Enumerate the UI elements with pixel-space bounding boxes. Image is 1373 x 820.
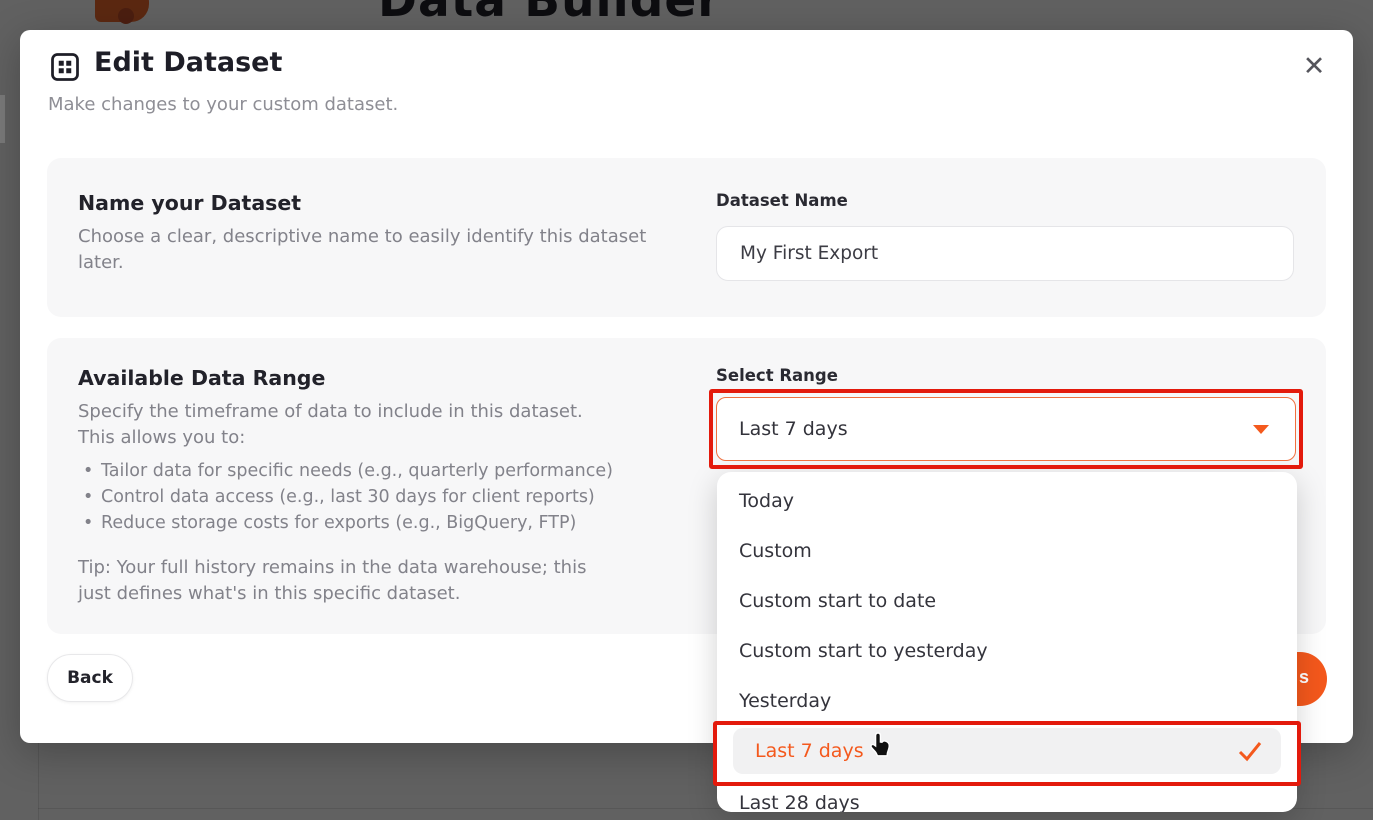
dropdown-option-label: Custom start to yesterday xyxy=(739,640,988,662)
dataset-name-label: Dataset Name xyxy=(716,191,848,210)
range-section-heading: Available Data Range xyxy=(78,366,325,390)
checkmark-icon xyxy=(1237,740,1263,762)
range-select-value: Last 7 days xyxy=(739,418,848,440)
name-section-description: Choose a clear, descriptive name to easi… xyxy=(78,224,653,276)
range-section-description: Specify the timeframe of data to include… xyxy=(78,399,610,451)
name-dataset-card: Name your Dataset Choose a clear, descri… xyxy=(47,158,1326,317)
close-icon[interactable]: ✕ xyxy=(1292,44,1336,88)
range-benefit-item: Reduce storage costs for exports (e.g., … xyxy=(83,510,643,536)
background-sidebar-edge xyxy=(0,95,5,143)
dropdown-option[interactable]: Custom xyxy=(717,526,1297,576)
dropdown-option[interactable]: Custom start to yesterday xyxy=(717,626,1297,676)
range-benefit-item: Tailor data for specific needs (e.g., qu… xyxy=(83,458,643,484)
modal-title: Edit Dataset xyxy=(94,47,282,78)
dropdown-option[interactable]: Last 28 days xyxy=(717,778,1297,812)
range-benefits-list: Tailor data for specific needs (e.g., qu… xyxy=(83,458,643,536)
dataset-name-input[interactable] xyxy=(716,226,1294,281)
dropdown-option[interactable]: Last 7 days xyxy=(733,728,1281,774)
select-range-label: Select Range xyxy=(716,366,838,385)
annotation-box-select: Last 7 days xyxy=(709,389,1303,469)
chevron-down-icon xyxy=(1253,425,1269,434)
save-button-visible-label: s xyxy=(1299,667,1309,688)
modal-subtitle: Make changes to your custom dataset. xyxy=(48,94,398,115)
dropdown-option-label: Last 28 days xyxy=(739,792,860,812)
dropdown-option-label: Custom start to date xyxy=(739,590,936,612)
dropdown-option[interactable]: Today xyxy=(717,476,1297,526)
range-dropdown-menu: Today Custom Custom start to date Custom st… xyxy=(717,472,1297,812)
dropdown-option[interactable]: Yesterday xyxy=(717,676,1297,726)
dropdown-option-label: Last 7 days xyxy=(755,740,864,762)
dropdown-option-label: Yesterday xyxy=(739,690,831,712)
dropdown-option-label: Custom xyxy=(739,540,812,562)
dropdown-option[interactable]: Custom start to date xyxy=(717,576,1297,626)
range-tip-text: Tip: Your full history remains in the da… xyxy=(78,555,623,607)
dataset-grid-icon xyxy=(50,52,80,82)
name-section-heading: Name your Dataset xyxy=(78,191,301,215)
range-benefit-item: Control data access (e.g., last 30 days … xyxy=(83,484,643,510)
range-select-dropdown[interactable]: Last 7 days xyxy=(716,397,1296,461)
dropdown-option-label: Today xyxy=(739,490,794,512)
back-button[interactable]: Back xyxy=(47,654,133,702)
